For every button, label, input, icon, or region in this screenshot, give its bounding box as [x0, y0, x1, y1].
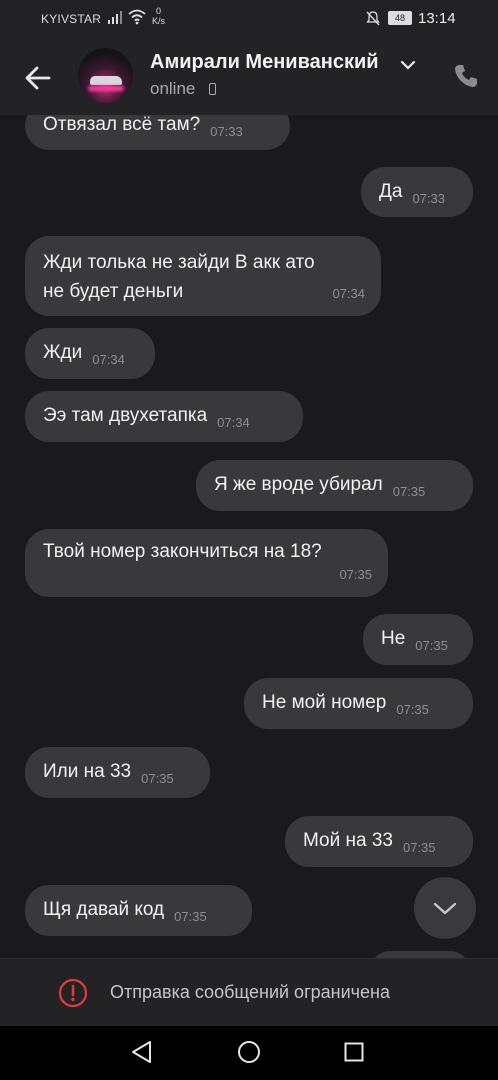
system-navigation-bar	[0, 1026, 498, 1080]
contact-status: online	[150, 79, 196, 98]
message-bubble-incoming[interactable]: Жди толька не зайди В акк ато не будет д…	[25, 236, 381, 316]
message-bubble-incoming[interactable]: Жди 07:34	[25, 328, 155, 379]
alert-icon	[58, 978, 88, 1013]
message-time: 07:35	[141, 771, 174, 786]
message-text: Щя давай код	[43, 899, 165, 920]
message-text: Отвязал всё там?	[43, 115, 201, 135]
message-bubble-outgoing[interactable]: Не мой номер 07:35	[244, 678, 473, 729]
battery-indicator: 48	[388, 11, 412, 25]
message-text: Жди толька не зайди В акк ато не будет д…	[43, 252, 315, 302]
message-time: 07:33	[210, 124, 243, 139]
signal-icon	[108, 10, 124, 27]
clock: 13:14	[418, 10, 456, 27]
avatar[interactable]	[78, 48, 133, 103]
mute-icon	[365, 10, 381, 29]
status-bar: KYIVSTAR 0 K/s 48 13:14	[0, 0, 498, 38]
message-time: 07:35	[174, 909, 207, 924]
message-bubble-outgoing[interactable]: Я же вроде убирал 07:35	[196, 460, 473, 511]
message-text: Мой на 33	[303, 830, 393, 851]
message-time: 07:35	[402, 840, 436, 855]
message-bubble-outgoing[interactable]	[370, 951, 470, 958]
message-text: Ээ там двухетапка	[43, 405, 208, 426]
message-bubble-outgoing[interactable]: Не 07:35	[363, 614, 473, 665]
messaging-restricted-banner: Отправка сообщений ограничена	[0, 958, 498, 1027]
arrow-left-icon	[25, 66, 51, 90]
contact-name[interactable]: Амирали Мениванский	[150, 51, 379, 74]
message-time: 07:34	[92, 352, 125, 367]
wifi-icon	[128, 9, 146, 28]
message-text: Не	[381, 628, 406, 649]
call-button[interactable]	[452, 62, 480, 90]
message-bubble-incoming[interactable]: Отвязал всё там? 07:33	[25, 115, 290, 150]
message-time: 07:35	[396, 702, 429, 717]
network-speed: 0 K/s	[152, 6, 165, 26]
speed-unit: K/s	[152, 16, 166, 26]
nav-home-icon[interactable]	[237, 1040, 261, 1069]
speed-value: 0	[156, 6, 162, 16]
message-bubble-outgoing[interactable]: Да 07:33	[361, 167, 473, 217]
mobile-device-icon	[209, 83, 216, 95]
chat-header: Амирали Мениванский online	[0, 38, 498, 116]
back-button[interactable]	[20, 60, 56, 96]
carrier-label: KYIVSTAR	[41, 12, 102, 26]
message-time: 07:34	[217, 415, 250, 430]
message-bubble-outgoing[interactable]: Мой на 33 07:35	[285, 816, 473, 867]
message-text: Жди	[43, 342, 83, 363]
chevron-down-icon[interactable]	[400, 58, 416, 76]
message-time: 07:35	[392, 484, 426, 499]
message-bubble-incoming[interactable]: Или на 33 07:35	[25, 747, 210, 798]
message-text: Да	[379, 181, 403, 202]
message-time: 07:34	[332, 286, 365, 301]
nav-recent-apps-icon[interactable]	[344, 1042, 364, 1067]
message-text: Твой номер закончиться на 18?	[43, 541, 322, 562]
phone-icon	[455, 65, 477, 87]
message-bubble-incoming[interactable]: Ээ там двухетапка 07:34	[25, 391, 303, 442]
message-list[interactable]: Отвязал всё там? 07:33 Да 07:33 Жди толька…	[0, 115, 498, 958]
message-text: Я же вроде убирал	[214, 474, 383, 495]
message-text: Не мой номер	[262, 692, 387, 713]
message-time: 07:33	[412, 191, 445, 206]
chevron-down-icon	[433, 902, 457, 915]
message-text: Или на 33	[43, 761, 132, 782]
message-bubble-incoming[interactable]: Твой номер закончиться на 18? 07:35	[25, 529, 388, 597]
message-time: 07:35	[415, 638, 448, 653]
restricted-text: Отправка сообщений ограничена	[110, 982, 390, 1002]
message-time: 07:35	[339, 567, 372, 582]
scroll-to-bottom-button[interactable]	[414, 877, 476, 939]
message-bubble-incoming[interactable]: Щя давай код 07:35	[25, 885, 252, 936]
nav-back-icon[interactable]	[129, 1039, 155, 1070]
